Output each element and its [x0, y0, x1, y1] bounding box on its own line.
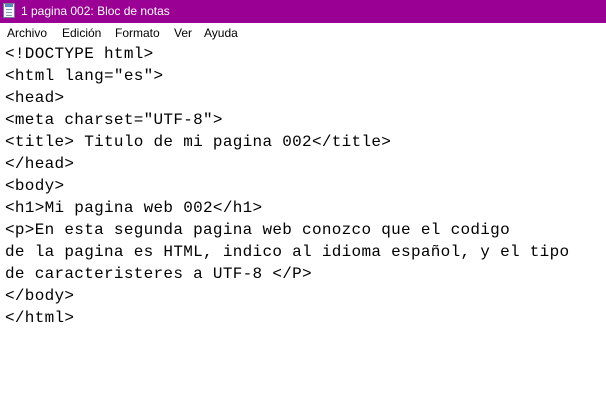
editor-line: <body>: [5, 177, 65, 195]
editor-line: <html lang="es">: [5, 67, 164, 85]
editor-line: <head>: [5, 89, 65, 107]
menu-ayuda[interactable]: Ayuda: [204, 23, 238, 43]
menu-edicion[interactable]: Edición: [62, 23, 101, 43]
editor-line: <p>En esta segunda pagina web conozco qu…: [5, 221, 510, 239]
menu-formato[interactable]: Formato: [115, 23, 160, 43]
menu-archivo[interactable]: Archivo: [7, 23, 47, 43]
editor-line: de la pagina es HTML, indico al idioma e…: [5, 243, 570, 261]
menu-bar: Archivo Edición Formato Ver Ayuda: [0, 23, 606, 43]
title-bar[interactable]: 1 pagina 002: Bloc de notas: [0, 0, 606, 23]
window-title: 1 pagina 002: Bloc de notas: [21, 4, 170, 18]
editor-line: <h1>Mi pagina web 002</h1>: [5, 199, 263, 217]
editor-line: </html>: [5, 309, 75, 327]
editor-line: de caracteristeres a UTF-8 </P>: [5, 265, 312, 283]
text-editor-area[interactable]: <!DOCTYPE html> <html lang="es"> <head> …: [0, 43, 606, 400]
editor-line: <meta charset="UTF-8">: [5, 111, 223, 129]
notepad-icon[interactable]: [3, 3, 15, 18]
editor-line: <!DOCTYPE html>: [5, 45, 154, 63]
editor-line: </head>: [5, 155, 75, 173]
editor-line: <title> Titulo de mi pagina 002</title>: [5, 133, 392, 151]
menu-ver[interactable]: Ver: [174, 23, 192, 43]
editor-line: </body>: [5, 287, 75, 305]
notepad-window: 1 pagina 002: Bloc de notas Archivo Edic…: [0, 0, 606, 400]
